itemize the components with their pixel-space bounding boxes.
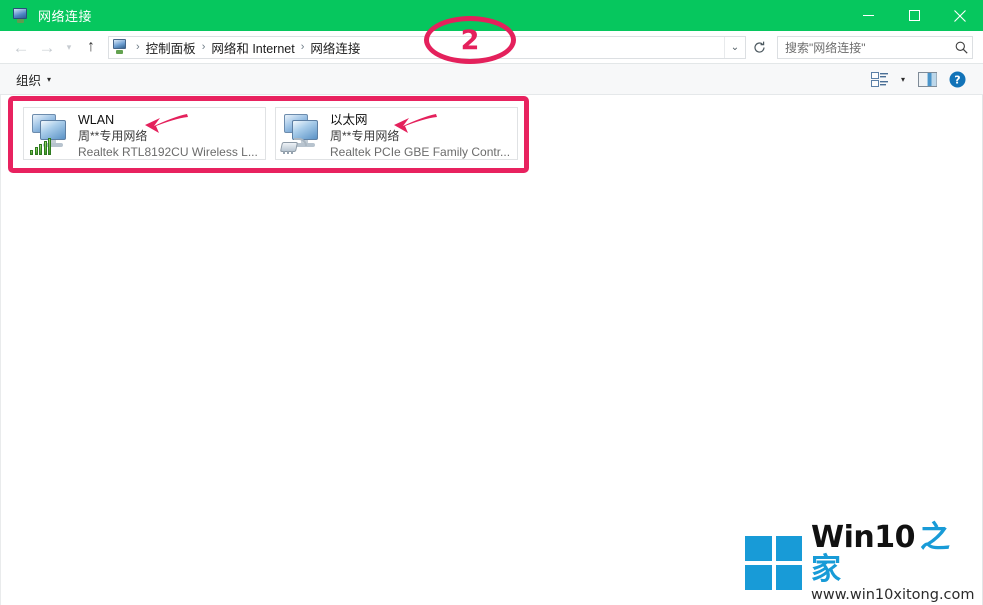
connections-list-area: WLAN 周**专用网络 Realtek RTL8192CU Wireless … bbox=[0, 95, 983, 605]
breadcrumb-item-control-panel[interactable]: 控制面板 bbox=[146, 38, 196, 57]
watermark-brand-latin: Win10 bbox=[811, 519, 915, 555]
window-title: 网络连接 bbox=[38, 9, 93, 24]
search-input[interactable]: 搜索"网络连接" bbox=[778, 39, 950, 56]
connection-item-wlan[interactable]: WLAN 周**专用网络 Realtek RTL8192CU Wireless … bbox=[23, 107, 266, 160]
connection-device: Realtek RTL8192CU Wireless L... bbox=[78, 145, 258, 159]
toolbar-right-group: ▾ ? bbox=[865, 66, 983, 92]
help-icon[interactable]: ? bbox=[943, 66, 971, 92]
connection-network: 周**专用网络 bbox=[78, 129, 148, 143]
connection-item-ethernet[interactable]: 以太网 周**专用网络 Realtek PCIe GBE Family Cont… bbox=[275, 107, 518, 160]
minimize-button[interactable] bbox=[845, 0, 891, 31]
back-button[interactable]: ← bbox=[8, 34, 34, 60]
breadcrumb-separator: › bbox=[201, 41, 206, 53]
connection-text-wlan: WLAN 周**专用网络 Realtek RTL8192CU Wireless … bbox=[78, 111, 258, 160]
connection-name: 以太网 bbox=[330, 113, 368, 127]
connections-list: WLAN 周**专用网络 Realtek RTL8192CU Wireless … bbox=[23, 107, 518, 160]
ethernet-adapter-icon bbox=[279, 112, 330, 158]
file-explorer-window: 网络连接 ← → ▾ ↑ › 控制面板 › 网络和 Internet › 网络连… bbox=[0, 0, 983, 605]
breadcrumb-separator: › bbox=[136, 41, 140, 53]
network-cable-icon bbox=[279, 138, 307, 154]
preview-pane-icon[interactable] bbox=[913, 66, 941, 92]
site-watermark: Win10 之家 www.win10xitong.com bbox=[745, 521, 977, 603]
organize-label: 组织 bbox=[16, 73, 42, 88]
close-button[interactable] bbox=[937, 0, 983, 31]
address-bar-row: ← → ▾ ↑ › 控制面板 › 网络和 Internet › 网络连接 ⌄ 搜… bbox=[0, 31, 983, 64]
breadcrumb-address-bar[interactable]: › 控制面板 › 网络和 Internet › 网络连接 ⌄ bbox=[108, 35, 746, 59]
wireless-adapter-icon bbox=[28, 112, 78, 158]
command-toolbar: 组织 ▾ ▾ ? bbox=[0, 64, 983, 95]
breadcrumb-separator: › bbox=[300, 41, 305, 53]
connection-text-ethernet: 以太网 周**专用网络 Realtek PCIe GBE Family Cont… bbox=[330, 111, 510, 160]
search-box[interactable]: 搜索"网络连接" bbox=[777, 35, 973, 59]
connection-name: WLAN bbox=[78, 113, 115, 127]
connection-network: 周**专用网络 bbox=[330, 129, 400, 143]
network-connections-icon bbox=[12, 7, 29, 24]
window-controls bbox=[845, 0, 983, 31]
recent-locations-dropdown[interactable]: ▾ bbox=[60, 34, 78, 60]
chevron-down-icon: ▾ bbox=[47, 74, 52, 84]
change-view-icon[interactable] bbox=[865, 66, 893, 92]
view-options-chevron-down-icon[interactable]: ▾ bbox=[895, 75, 911, 84]
signal-strength-icon bbox=[30, 138, 51, 155]
breadcrumb-item-network-internet[interactable]: 网络和 Internet bbox=[211, 38, 294, 57]
forward-button[interactable]: → bbox=[34, 34, 60, 60]
title-bar: 网络连接 bbox=[0, 0, 983, 31]
chevron-down-icon[interactable]: ⌄ bbox=[724, 36, 745, 58]
up-button[interactable]: ↑ bbox=[78, 34, 104, 60]
breadcrumb-root-icon[interactable] bbox=[112, 39, 128, 55]
organize-button[interactable]: 组织 ▾ bbox=[16, 70, 51, 89]
maximize-button[interactable] bbox=[891, 0, 937, 31]
refresh-icon[interactable] bbox=[747, 36, 771, 59]
connection-device: Realtek PCIe GBE Family Contr... bbox=[330, 145, 511, 159]
svg-text:?: ? bbox=[954, 73, 960, 86]
watermark-text: Win10 之家 www.win10xitong.com bbox=[811, 519, 977, 605]
breadcrumb-item-network-connections[interactable]: 网络连接 bbox=[310, 38, 360, 57]
watermark-url: www.win10xitong.com bbox=[811, 586, 975, 603]
watermark-brand: Win10 之家 bbox=[811, 519, 977, 586]
windows-logo-icon bbox=[745, 536, 802, 590]
search-icon[interactable] bbox=[950, 41, 972, 54]
